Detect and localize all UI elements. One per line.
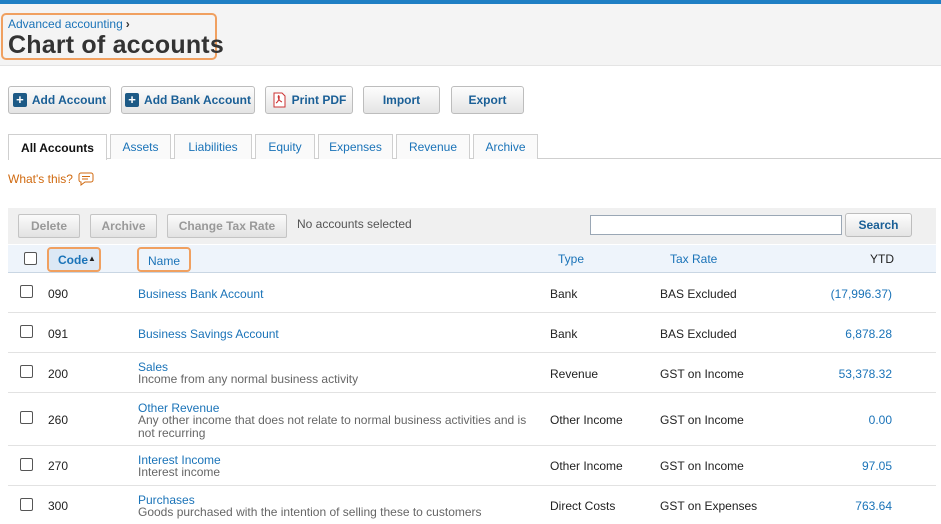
- speech-bubble-icon: [78, 172, 94, 186]
- add-account-label: Add Account: [31, 93, 107, 107]
- whats-this-label: What's this?: [8, 172, 73, 186]
- tab-equity[interactable]: Equity: [255, 134, 315, 159]
- account-description: Any other income that does not relate to…: [138, 413, 527, 440]
- column-type[interactable]: Type: [558, 252, 584, 266]
- tab-assets[interactable]: Assets: [110, 134, 171, 159]
- account-ytd[interactable]: 53,378.32: [772, 367, 892, 381]
- export-button[interactable]: Export: [451, 86, 524, 114]
- account-tax-rate: GST on Income: [660, 367, 744, 381]
- table-row[interactable]: 260 Other Revenue Any other income that …: [8, 393, 936, 446]
- import-button[interactable]: Import: [363, 86, 440, 114]
- account-code: 091: [48, 327, 69, 341]
- plus-icon: +: [12, 93, 27, 107]
- account-name-link[interactable]: Business Savings Account: [138, 327, 279, 341]
- selection-status: No accounts selected: [297, 217, 412, 231]
- account-tax-rate: GST on Income: [660, 413, 744, 427]
- add-bank-account-label: Add Bank Account: [144, 93, 251, 107]
- account-description: Income from any normal business activity: [138, 372, 359, 386]
- add-account-button[interactable]: + Add Account: [8, 86, 111, 114]
- whats-this-link[interactable]: What's this?: [8, 172, 94, 186]
- account-tax-rate: GST on Income: [660, 459, 744, 473]
- archive-button[interactable]: Archive: [90, 214, 157, 238]
- change-tax-rate-button[interactable]: Change Tax Rate: [167, 214, 287, 238]
- column-ytd[interactable]: YTD: [870, 252, 894, 266]
- tab-expenses[interactable]: Expenses: [318, 134, 393, 159]
- account-tax-rate: BAS Excluded: [660, 327, 737, 341]
- table-toolbar: Delete Archive Change Tax Rate No accoun…: [8, 208, 936, 244]
- account-tax-rate: BAS Excluded: [660, 287, 737, 301]
- row-checkbox[interactable]: [20, 411, 33, 424]
- account-description: Goods purchased with the intention of se…: [138, 505, 482, 519]
- account-ytd[interactable]: 763.64: [772, 499, 892, 513]
- print-pdf-label: Print PDF: [291, 93, 347, 107]
- account-ytd[interactable]: 0.00: [772, 413, 892, 427]
- plus-icon: +: [125, 93, 140, 107]
- column-name[interactable]: Name: [137, 247, 191, 272]
- column-code[interactable]: Code ▲: [47, 247, 101, 272]
- account-type: Other Income: [550, 459, 623, 473]
- account-ytd[interactable]: (17,996.37): [772, 287, 892, 301]
- tab-revenue[interactable]: Revenue: [396, 134, 470, 159]
- account-code: 090: [48, 287, 69, 301]
- account-ytd[interactable]: 6,878.28: [772, 327, 892, 341]
- column-name-label: Name: [148, 254, 181, 268]
- breadcrumb[interactable]: Advanced accounting ›: [8, 17, 130, 31]
- column-code-label: Code: [58, 253, 88, 267]
- account-type: Bank: [550, 327, 578, 341]
- account-name-link[interactable]: Business Bank Account: [138, 287, 263, 301]
- account-ytd[interactable]: 97.05: [772, 459, 892, 473]
- pdf-icon: [273, 92, 286, 108]
- row-checkbox[interactable]: [20, 365, 33, 378]
- row-checkbox[interactable]: [20, 458, 33, 471]
- sort-ascending-icon: ▲: [88, 254, 96, 263]
- print-pdf-button[interactable]: Print PDF: [265, 86, 353, 114]
- table-row[interactable]: 270 Interest Income Interest income Othe…: [8, 446, 936, 486]
- account-description: Interest income: [138, 465, 221, 479]
- column-tax-rate[interactable]: Tax Rate: [670, 252, 717, 266]
- table-row[interactable]: 300 Purchases Goods purchased with the i…: [8, 486, 936, 524]
- account-code: 270: [48, 459, 69, 473]
- tab-archive[interactable]: Archive: [473, 134, 538, 159]
- delete-button[interactable]: Delete: [18, 214, 80, 238]
- search-button[interactable]: Search: [845, 213, 912, 237]
- account-tabs: All Accounts Assets Liabilities Equity E…: [8, 134, 941, 160]
- table-row[interactable]: 091 Business Savings Account Bank BAS Ex…: [8, 313, 936, 353]
- row-checkbox[interactable]: [20, 285, 33, 298]
- breadcrumb-link[interactable]: Advanced accounting: [8, 17, 123, 31]
- account-type: Other Income: [550, 413, 623, 427]
- page-title: Chart of accounts: [8, 31, 224, 59]
- account-type: Direct Costs: [550, 499, 616, 513]
- select-all-checkbox[interactable]: [24, 252, 37, 265]
- tab-all-accounts[interactable]: All Accounts: [8, 134, 107, 160]
- account-code: 300: [48, 499, 69, 513]
- table-row[interactable]: 090 Business Bank Account Bank BAS Exclu…: [8, 273, 936, 313]
- account-type: Revenue: [550, 367, 599, 381]
- row-checkbox[interactable]: [20, 498, 33, 511]
- account-code: 200: [48, 367, 69, 381]
- account-tax-rate: GST on Expenses: [660, 499, 758, 513]
- account-type: Bank: [550, 287, 578, 301]
- breadcrumb-separator: ›: [125, 17, 130, 31]
- add-bank-account-button[interactable]: + Add Bank Account: [121, 86, 255, 114]
- search-input[interactable]: [590, 215, 842, 235]
- row-checkbox[interactable]: [20, 325, 33, 338]
- table-row[interactable]: 200 Sales Income from any normal busines…: [8, 353, 936, 393]
- account-code: 260: [48, 413, 69, 427]
- tab-liabilities[interactable]: Liabilities: [174, 134, 252, 159]
